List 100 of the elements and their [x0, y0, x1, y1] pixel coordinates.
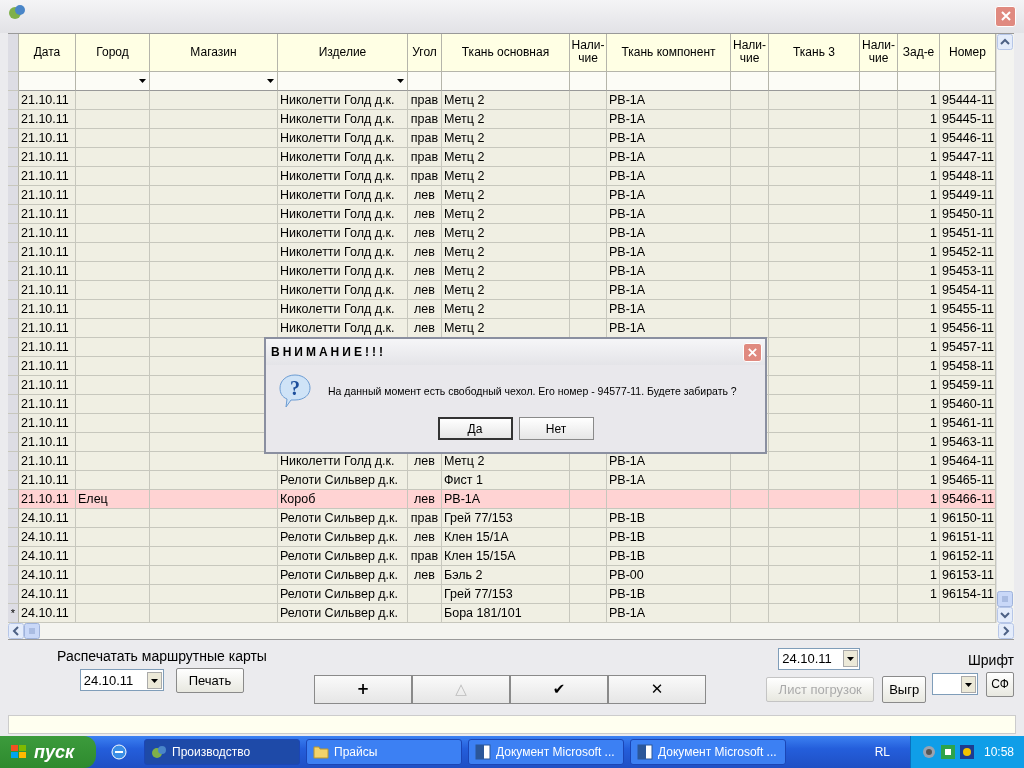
record-button[interactable]: ✔	[510, 674, 608, 704]
table-row[interactable]: 21.10.11 Николетти Голд д.к. прав Метц 2 РВ-1А 1 95446-11	[8, 128, 996, 148]
speaker-icon[interactable]	[920, 744, 937, 760]
filter-field[interactable]	[76, 71, 150, 91]
row-selector[interactable]	[8, 242, 19, 262]
row-selector[interactable]	[8, 204, 19, 224]
date-dropdown[interactable]: 24.10.11	[79, 669, 164, 692]
row-selector[interactable]	[8, 527, 19, 547]
table-row[interactable]: 21.10.11 Николетти Голд д.к. прав Метц 2 РВ-1А 1 95445-11	[8, 109, 996, 129]
browser-icon[interactable]	[110, 743, 128, 761]
column-header[interactable]: Ткань 3	[769, 33, 860, 72]
row-selector[interactable]	[8, 128, 19, 148]
scroll-thumb-icon[interactable]	[24, 622, 40, 639]
close-icon[interactable]	[747, 346, 758, 358]
filter-field[interactable]	[898, 71, 940, 91]
date-dropdown[interactable]: 24.10.11	[778, 647, 861, 670]
row-selector[interactable]	[8, 185, 19, 205]
vertical-scrollbar[interactable]	[996, 33, 1014, 623]
close-icon[interactable]	[999, 10, 1012, 23]
table-row[interactable]: * 24.10.11 Релоти Сильвер д.к. Бора 181/101 РВ-1А	[8, 603, 996, 623]
export-button[interactable]: Выгр	[882, 675, 927, 703]
row-selector[interactable]	[8, 546, 19, 566]
table-row[interactable]: 21.10.11 Николетти Голд д.к. лев Метц 2 РВ-1А 1 95451-11	[8, 223, 996, 243]
filter-field[interactable]	[408, 71, 442, 91]
column-header[interactable]: Нали- чие	[731, 33, 769, 72]
row-selector[interactable]	[8, 356, 19, 376]
column-header[interactable]: Нали- чие	[570, 33, 607, 72]
row-selector[interactable]	[8, 565, 19, 585]
taskbar-button[interactable]: Документ Microsoft ...	[468, 739, 624, 765]
taskbar-button[interactable]: Производство	[144, 739, 300, 765]
filter-field[interactable]	[607, 71, 731, 91]
scroll-left-icon[interactable]	[8, 622, 24, 639]
table-row[interactable]: 24.10.11 Релоти Сильвер д.к. прав Грей 77/153 РВ-1В 1 96150-11	[8, 508, 996, 528]
row-selector[interactable]	[8, 318, 19, 338]
column-header[interactable]: Дата	[19, 33, 76, 72]
row-selector[interactable]	[8, 71, 19, 91]
row-selector[interactable]	[8, 584, 19, 604]
taskbar-button[interactable]: Прайсы	[306, 739, 462, 765]
filter-field[interactable]	[570, 71, 607, 91]
table-row[interactable]: 21.10.11 Николетти Голд д.к. лев Метц 2 РВ-1А 1 95454-11	[8, 280, 996, 300]
close-button[interactable]	[743, 342, 762, 362]
row-selector[interactable]	[8, 299, 19, 319]
taskbar-button[interactable]: Документ Microsoft ...	[630, 739, 786, 765]
column-header[interactable]: Изделие	[278, 33, 408, 72]
scroll-thumb-icon[interactable]	[997, 590, 1013, 607]
filter-field[interactable]	[731, 71, 769, 91]
antenna-icon[interactable]	[958, 744, 975, 760]
row-selector[interactable]	[8, 375, 19, 395]
dialog-button[interactable]: Да	[437, 417, 513, 440]
row-selector[interactable]	[8, 90, 19, 110]
row-selector[interactable]: *	[8, 603, 19, 623]
column-header[interactable]: Магазин	[150, 33, 278, 72]
row-selector[interactable]	[8, 261, 19, 281]
network-icon[interactable]	[939, 744, 956, 760]
table-row[interactable]: 21.10.11 Николетти Голд д.к. прав Метц 2 РВ-1А 1 95448-11	[8, 166, 996, 186]
table-row[interactable]: 21.10.11 Николетти Голд д.к. лев Метц 2 РВ-1А 1 95449-11	[8, 185, 996, 205]
filter-field[interactable]	[769, 71, 860, 91]
row-selector[interactable]	[8, 394, 19, 414]
print-button[interactable]: Печать	[175, 667, 245, 693]
filter-field[interactable]	[442, 71, 570, 91]
filter-field[interactable]	[19, 71, 76, 91]
dropdown-arrow-icon[interactable]	[267, 78, 274, 83]
row-selector[interactable]	[8, 147, 19, 167]
column-header[interactable]: Нали- чие	[860, 33, 898, 72]
filter-field[interactable]	[150, 71, 278, 91]
table-row[interactable]: 21.10.11 Релоти Сильвер д.к. Фист 1 РВ-1А 1 95465-11	[8, 470, 996, 490]
dialog-button[interactable]: Нет	[518, 417, 594, 440]
language-indicator[interactable]: RL	[874, 745, 890, 759]
column-header[interactable]: Ткань компонент	[607, 33, 731, 72]
table-row[interactable]: 24.10.11 Релоти Сильвер д.к. лев Бэль 2 РВ-00 1 96153-11	[8, 565, 996, 585]
scroll-up-icon[interactable]	[997, 33, 1013, 50]
row-selector[interactable]	[8, 489, 19, 509]
table-row[interactable]: 21.10.11 Николетти Голд д.к. прав Метц 2 РВ-1А 1 95444-11	[8, 90, 996, 110]
table-row[interactable]: 21.10.11 Николетти Голд д.к. лев Метц 2 РВ-1А 1 95450-11	[8, 204, 996, 224]
dropdown-arrow-icon[interactable]	[139, 78, 146, 83]
scroll-right-icon[interactable]	[998, 622, 1014, 639]
row-selector[interactable]	[8, 432, 19, 452]
scroll-down-icon[interactable]	[997, 606, 1013, 623]
table-row[interactable]: 21.10.11 Николетти Голд д.к. лев Метц 2 РВ-1А 1 95455-11	[8, 299, 996, 319]
table-row[interactable]: 21.10.11 Николетти Голд д.к. прав Метц 2 РВ-1А 1 95447-11	[8, 147, 996, 167]
filter-field[interactable]	[860, 71, 898, 91]
start-button[interactable]: пуск	[0, 736, 96, 768]
row-selector[interactable]	[8, 280, 19, 300]
table-row[interactable]: 21.10.11 Николетти Голд д.к. лев Метц 2 РВ-1А 1 95452-11	[8, 242, 996, 262]
close-button[interactable]	[995, 5, 1016, 27]
column-header[interactable]: Зад-е	[898, 33, 940, 72]
sf-button[interactable]: СФ	[986, 671, 1014, 697]
row-selector[interactable]	[8, 166, 19, 186]
table-row[interactable]: 21.10.11 Николетти Голд д.к. лев Метц 2 РВ-1А 1 95453-11	[8, 261, 996, 281]
filter-field[interactable]	[278, 71, 408, 91]
row-selector[interactable]	[8, 470, 19, 490]
row-selector[interactable]	[8, 413, 19, 433]
record-button[interactable]: +	[314, 674, 412, 704]
row-selector[interactable]	[8, 451, 19, 471]
column-header[interactable]: Ткань основная	[442, 33, 570, 72]
row-selector[interactable]	[8, 109, 19, 129]
dropdown-arrow-icon[interactable]	[397, 78, 404, 83]
row-selector[interactable]	[8, 337, 19, 357]
table-row[interactable]: 24.10.11 Релоти Сильвер д.к. лев Клен 15/1А РВ-1В 1 96151-11	[8, 527, 996, 547]
column-header[interactable]: Угол	[408, 33, 442, 72]
